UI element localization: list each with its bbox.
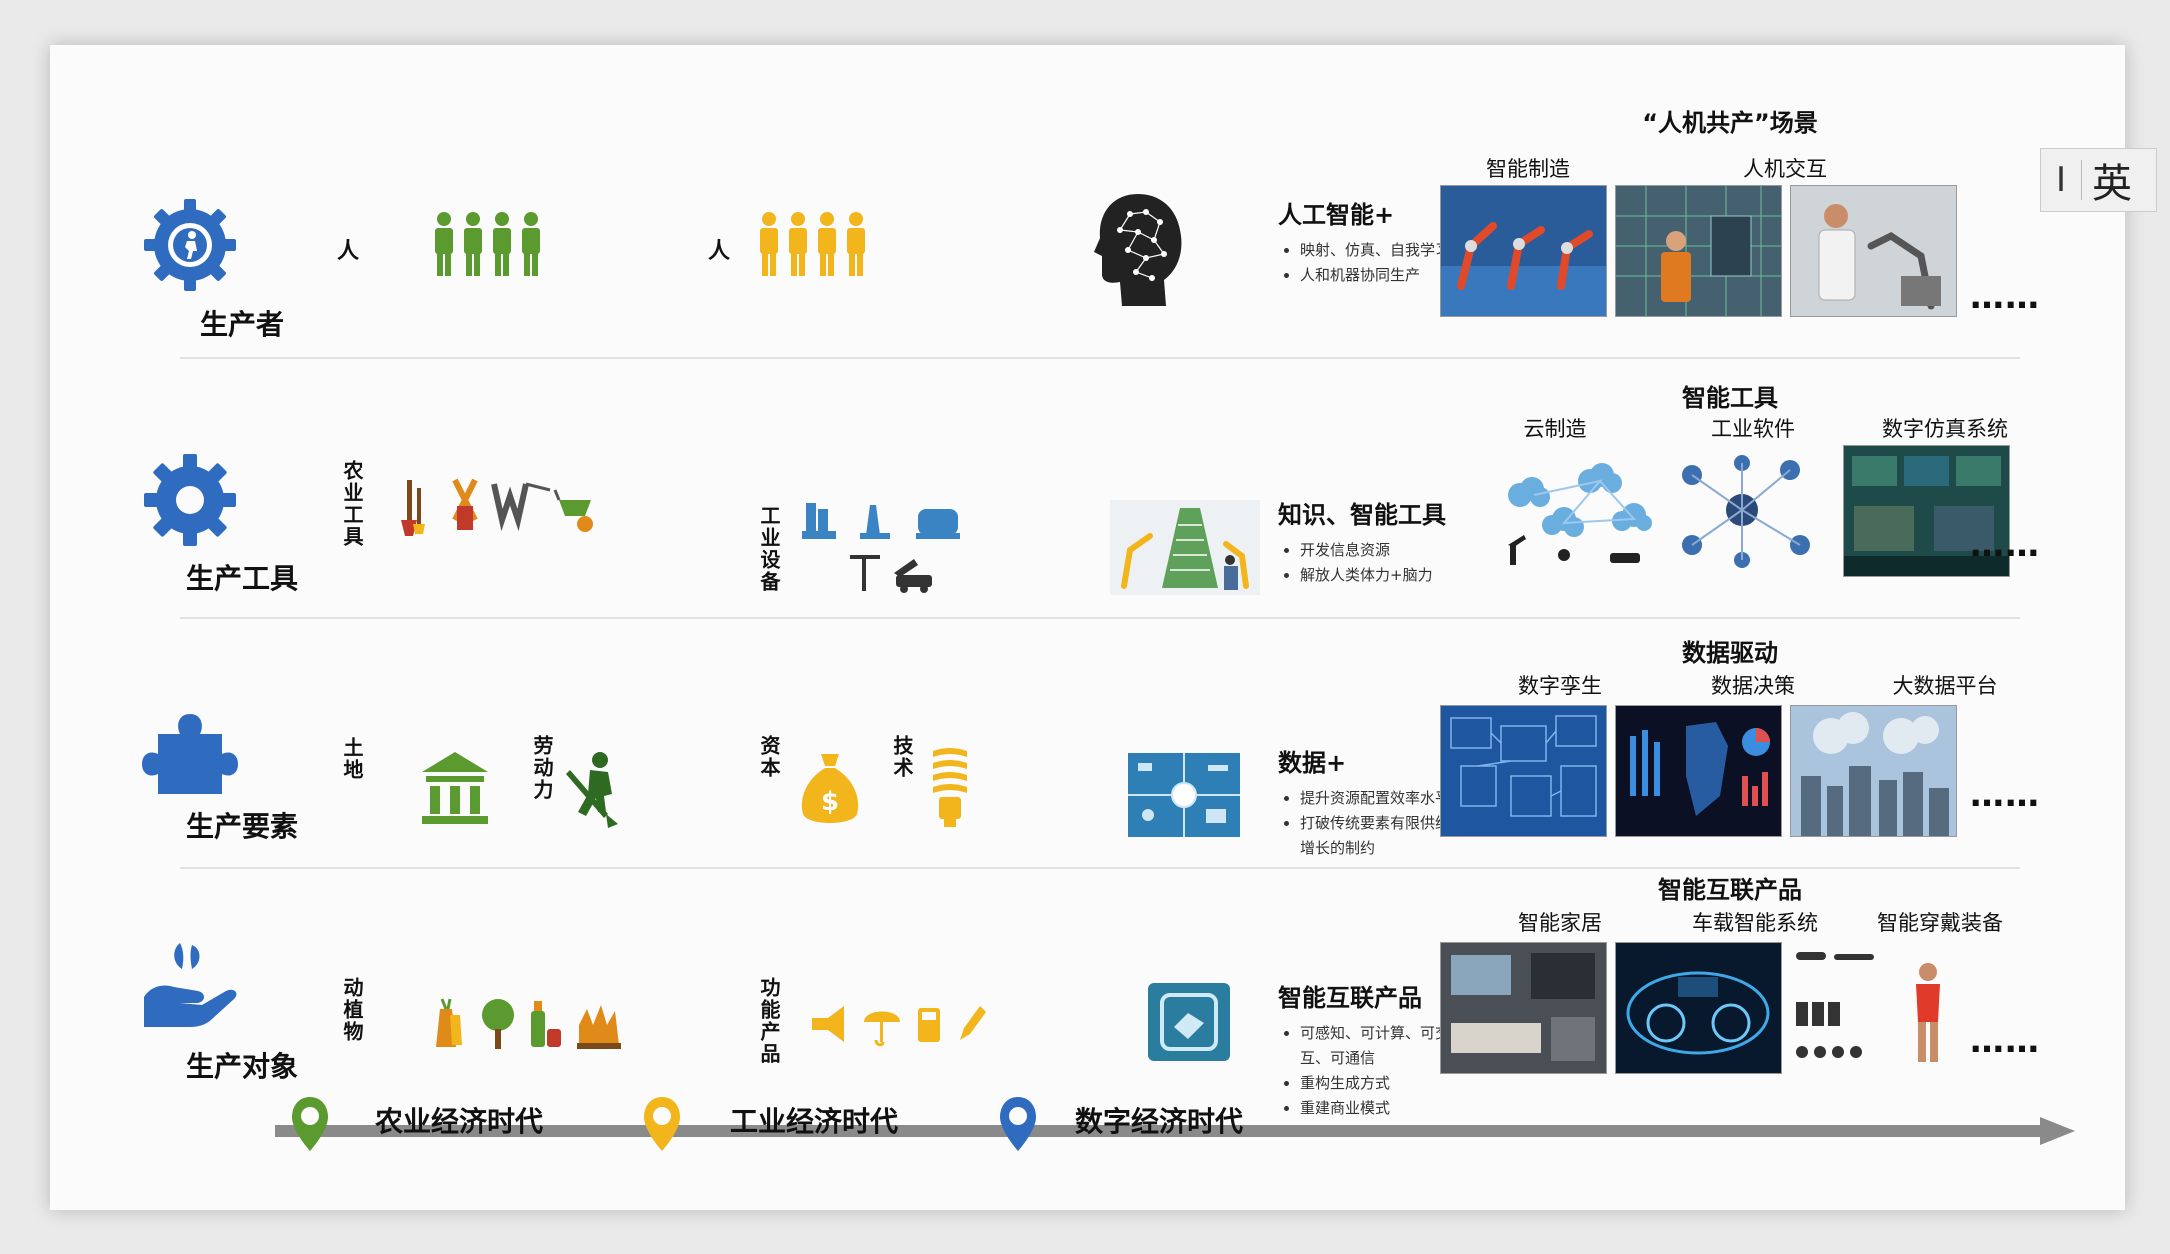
ime-indicator[interactable]: I 英: [2040, 148, 2157, 212]
ai-head-icon: [1094, 194, 1182, 306]
digital-bullet: 开发信息资源: [1300, 538, 1478, 563]
slide: “人机共产”场景 生产者 人 人 人工智能+ • 映射、仿真、自我学习 • 人和…: [50, 45, 2125, 1210]
industrial-software-image: [1670, 445, 1835, 575]
thumb-label: 数据决策: [1711, 674, 1795, 698]
digital-bullet: 重构生成方式: [1300, 1071, 1478, 1096]
smart-manufacturing-image: [1440, 185, 1607, 317]
era-agricultural: 农业经济时代: [375, 1105, 544, 1138]
svg-text:$: $: [821, 787, 839, 817]
smart-factory-icon: [1110, 500, 1260, 595]
ind-producer-label: 人: [708, 239, 731, 264]
big-data-platform-image: [1790, 705, 1957, 837]
row-label-objects: 生产对象: [185, 1050, 298, 1083]
industrial-equipment-icons: [802, 503, 960, 593]
data-dashboard-icon: [1128, 753, 1240, 837]
agri-producer-label: 人: [337, 239, 360, 264]
money-bag-icon: $: [801, 754, 859, 823]
animals-plants-icons: [436, 998, 621, 1049]
land-building-icon: [422, 752, 488, 824]
group-title-smart-tools: 智能工具: [1682, 384, 1778, 412]
thumb-label: 数字孪生: [1518, 674, 1602, 698]
digital-twin-image: [1440, 705, 1607, 837]
row-label-producer: 生产者: [199, 308, 284, 341]
thumb-label: 云制造: [1523, 417, 1587, 441]
ime-mode-label[interactable]: 英: [2082, 151, 2132, 209]
ind-equipment-label: 工业设备: [757, 505, 781, 593]
animals-plants-label: 动植物: [340, 977, 364, 1043]
yellow-people-icon: [760, 212, 865, 276]
thumb-label: 数字仿真系统: [1882, 417, 2008, 441]
hand-plant-icon: [144, 943, 237, 1027]
smart-home-image: [1440, 942, 1607, 1074]
group-title-data-driven: 数据驱动: [1682, 639, 1778, 667]
more-dots: ……: [1970, 775, 2040, 815]
text-cursor-icon: I: [2041, 160, 2082, 200]
wearable-devices-image: [1790, 942, 1955, 1072]
row-label-factors: 生产要素: [185, 810, 298, 843]
agri-tools-label: 农业工具: [340, 460, 364, 548]
thumb-label: 智能家居: [1518, 911, 1602, 935]
era-industrial: 工业经济时代: [730, 1105, 899, 1138]
more-dots: ……: [1970, 277, 2040, 317]
farmer-digging-icon: [566, 752, 618, 828]
functional-products-label: 功能产品: [757, 977, 781, 1065]
row-label-tools: 生产工具: [185, 562, 298, 595]
farm-tools-icons: [401, 478, 593, 536]
digital-bullet: 解放人类体力+脑力: [1300, 563, 1478, 588]
thumb-label: 人机交互: [1743, 157, 1827, 181]
functional-products-icons: [812, 1006, 986, 1047]
more-dots: ……: [1970, 525, 2040, 565]
scene-title: “人机共产”场景: [1642, 109, 1818, 137]
thumb-label: 车载智能系统: [1692, 911, 1818, 935]
technology-label: 技术: [890, 735, 914, 779]
more-dots: ……: [1970, 1021, 2040, 1061]
data-decision-image: [1615, 705, 1782, 837]
thumb-label: 工业软件: [1711, 417, 1795, 441]
bulb-icon: [933, 748, 967, 827]
digital-title: 知识、智能工具: [1278, 501, 1446, 529]
blue-map-pin-icon: [1000, 1097, 1036, 1151]
labor-label: 劳动力: [530, 735, 554, 801]
era-digital: 数字经济时代: [1075, 1105, 1244, 1138]
group-title-smart-products: 智能互联产品: [1658, 876, 1802, 904]
smart-device-icon: [1148, 983, 1230, 1061]
human-robot-image: [1790, 185, 1957, 317]
cloud-manufacturing-image: [1490, 445, 1655, 575]
puzzle-icon: [142, 714, 238, 794]
green-map-pin-icon: [292, 1097, 328, 1151]
capital-label: 资本: [757, 735, 781, 779]
thumb-label: 智能穿戴装备: [1877, 911, 2003, 935]
gear-icon: [144, 454, 236, 546]
digital-block-tools: 知识、智能工具 开发信息资源 解放人类体力+脑力: [1278, 495, 1478, 588]
green-people-icon: [435, 212, 540, 276]
gear-person-icon: [144, 199, 236, 291]
human-machine-image: [1615, 185, 1782, 317]
vehicle-system-image: [1615, 942, 1782, 1074]
thumb-label: 智能制造: [1486, 157, 1570, 181]
yellow-map-pin-icon: [644, 1097, 680, 1151]
land-label: 土地: [340, 737, 364, 781]
thumb-label: 大数据平台: [1892, 674, 1998, 698]
